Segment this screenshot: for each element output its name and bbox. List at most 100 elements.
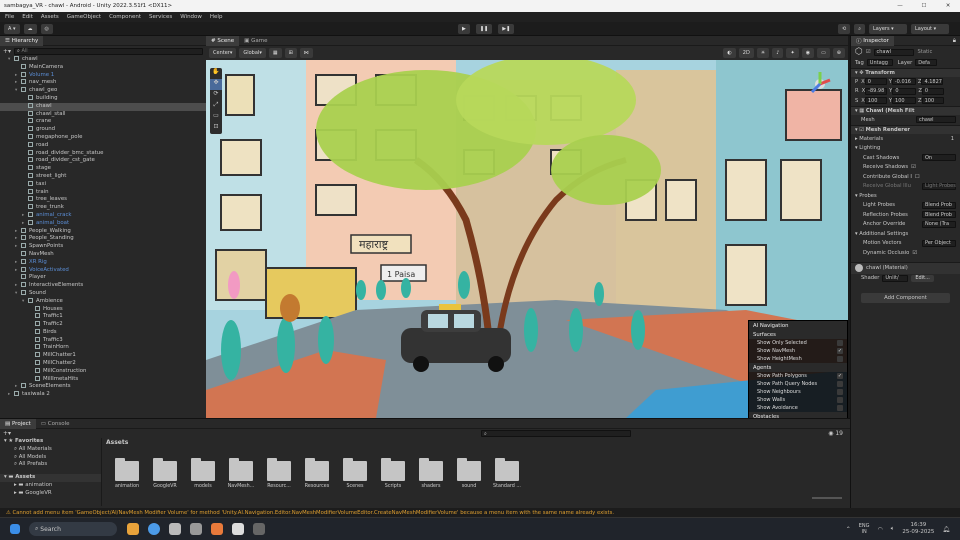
asset-folder[interactable]: Scenes (336, 458, 374, 489)
hierarchy-item[interactable]: road_divider_cst_gate (0, 157, 206, 165)
rotate-tool-icon[interactable]: ⟳ (210, 90, 222, 101)
nav-option-row[interactable]: Show Only Selected (749, 339, 847, 347)
scale-y-field[interactable]: 100 (892, 97, 917, 105)
layers-dropdown[interactable]: Layers ▾ (869, 23, 908, 34)
lighting-icon[interactable]: ☀ (756, 48, 770, 58)
app-icon[interactable] (253, 523, 265, 535)
nav-option-row[interactable]: Show NavMesh ✓ (749, 347, 847, 355)
active-checkbox[interactable]: ☑ (866, 49, 871, 55)
nav-option-row[interactable]: Show Walls (749, 396, 847, 404)
snap-icon[interactable]: ⊞ (284, 48, 297, 58)
unity-hub-icon[interactable] (169, 523, 181, 535)
hierarchy-item[interactable]: crane (0, 118, 206, 126)
probes-row[interactable]: ▾ Probes (851, 191, 960, 201)
nav-option-checkbox[interactable] (837, 340, 843, 346)
close-icon[interactable]: ✕ (936, 3, 960, 9)
windows-start-icon[interactable] (10, 524, 20, 534)
asset-folder[interactable]: Scripts (374, 458, 412, 489)
hierarchy-item[interactable]: ▸ SceneElements (0, 383, 206, 391)
tab-game[interactable]: ▣ Game (239, 36, 272, 46)
hierarchy-search-input[interactable]: ⌕ All (14, 47, 203, 55)
contribute-gi-checkbox[interactable]: ☐ (915, 174, 920, 180)
2d-toggle[interactable]: 2D (738, 48, 754, 58)
gizmos-icon[interactable]: ⊕ (832, 48, 845, 58)
transform-header[interactable]: ▾ ✥ Transform (851, 67, 960, 77)
hierarchy-item[interactable]: Traffic2 (0, 321, 206, 329)
static-toggle[interactable]: Static (918, 49, 933, 55)
menu-services[interactable]: Services (149, 14, 172, 20)
hierarchy-item[interactable]: street_light (0, 172, 206, 181)
nav-option-checkbox[interactable] (837, 405, 843, 411)
wifi-icon[interactable]: ◠ (878, 526, 883, 533)
hierarchy-item[interactable]: ▾ chawl_geo (0, 87, 206, 95)
add-icon[interactable]: +▾ (3, 430, 11, 437)
cloud-icon[interactable]: ☁ (23, 23, 37, 34)
asset-folder[interactable]: Resourc... (260, 458, 298, 489)
fav-all-models[interactable]: ⌕ All Models (0, 454, 101, 462)
hierarchy-item[interactable]: road (0, 141, 206, 150)
collab-icon[interactable]: ◎ (40, 23, 53, 34)
asset-folder[interactable]: Standard ... (488, 458, 526, 489)
file-explorer-icon[interactable] (127, 523, 139, 535)
asset-folder[interactable]: NavMesh... (222, 458, 260, 489)
light-probes-dropdown[interactable]: Blend Prob (922, 201, 956, 209)
minimize-icon[interactable]: — (888, 3, 912, 9)
hierarchy-item[interactable]: ▸ taxiwala 2 (0, 391, 206, 399)
status-bar[interactable]: ⚠ Cannot add menu item 'GameObject/AI/Na… (0, 508, 960, 517)
hierarchy-item[interactable]: ▸ People_Standing (0, 235, 206, 243)
tree-item-googlevr[interactable]: ▸ ▬ GoogleVR (0, 490, 101, 498)
grid-icon[interactable]: ▦ (268, 48, 282, 58)
hierarchy-item[interactable]: MainCamera (0, 63, 206, 72)
settings-icon[interactable] (190, 523, 202, 535)
volume-icon[interactable]: 🔈︎ (891, 525, 895, 533)
dynamic-occlusion-checkbox[interactable]: ☑ (912, 250, 917, 256)
receive-gi-dropdown[interactable]: Light Probes (922, 182, 956, 190)
shading-icon[interactable]: ◐ (723, 48, 736, 58)
camera-icon[interactable]: ▭ (817, 48, 830, 58)
scale-z-field[interactable]: 100 (921, 97, 944, 105)
history-icon[interactable]: ⟲ (838, 23, 851, 34)
object-name-input[interactable]: chawl (873, 48, 914, 56)
nav-option-row[interactable]: Show Path Query Nodes (749, 380, 847, 388)
menu-gameobject[interactable]: GameObject (67, 14, 101, 20)
motion-vectors-dropdown[interactable]: Per Object (922, 239, 956, 247)
notification-icon[interactable]: 🔔︎ (942, 526, 950, 533)
hand-tool-icon[interactable]: ✋ (210, 68, 222, 79)
clock[interactable]: 16:39 25-09-2025 (902, 522, 934, 536)
hierarchy-item[interactable]: MillChatter2 (0, 360, 206, 368)
lighting-row[interactable]: ▾ Lighting (851, 144, 960, 154)
additional-settings-row[interactable]: ▾ Additional Settings (851, 229, 960, 239)
hierarchy-item[interactable]: ▾ Sound (0, 289, 206, 298)
add-component-button[interactable]: Add Component (861, 293, 950, 303)
asset-folder[interactable]: shaders (412, 458, 450, 489)
hierarchy-item[interactable]: ▸ SpawnPoints (0, 243, 206, 251)
transform-tool-icon[interactable]: ⊡ (210, 123, 222, 134)
hierarchy-item[interactable]: MillImetaHits (0, 375, 206, 384)
asset-folder[interactable]: models (184, 458, 222, 489)
hierarchy-item[interactable]: ▾ Ambience (0, 297, 206, 306)
tree-item-animation[interactable]: ▸ ▬ animation (0, 482, 101, 490)
shader-dropdown[interactable]: Unlit/ (882, 274, 909, 282)
hierarchy-item[interactable]: TrainHorn (0, 344, 206, 352)
scale-x-field[interactable]: 100 (864, 97, 887, 105)
anchor-override-field[interactable]: None (Tra (922, 220, 956, 228)
tab-inspector[interactable]: ⓘ Inspector (851, 35, 894, 46)
lock-icon[interactable]: 🔒︎ (953, 37, 956, 45)
hierarchy-item[interactable]: ▸ XR Rig (0, 258, 206, 267)
hierarchy-item[interactable]: Traffic1 (0, 313, 206, 321)
hierarchy-item[interactable]: train (0, 188, 206, 197)
menu-window[interactable]: Window (180, 14, 202, 20)
add-icon[interactable]: +▾ (3, 48, 11, 55)
hierarchy-item[interactable]: ▾ chawl (0, 56, 206, 64)
tag-dropdown[interactable]: Untagg (866, 59, 893, 67)
rotation-x-field[interactable]: -89.98 (865, 87, 888, 95)
hierarchy-item[interactable]: ▸ InteractiveElements (0, 282, 206, 290)
step-icon[interactable]: ▶❚ (498, 23, 515, 34)
receive-shadows-checkbox[interactable]: ☑ (911, 164, 916, 170)
scale-tool-icon[interactable]: ⤢ (210, 101, 222, 112)
position-x-field[interactable]: 0 (864, 78, 887, 86)
hierarchy-item[interactable]: stage (0, 165, 206, 173)
tab-console[interactable]: ▭ Console (36, 419, 75, 429)
hierarchy-item[interactable]: NavMesh (0, 250, 206, 259)
effects-icon[interactable]: ✦ (786, 48, 799, 58)
